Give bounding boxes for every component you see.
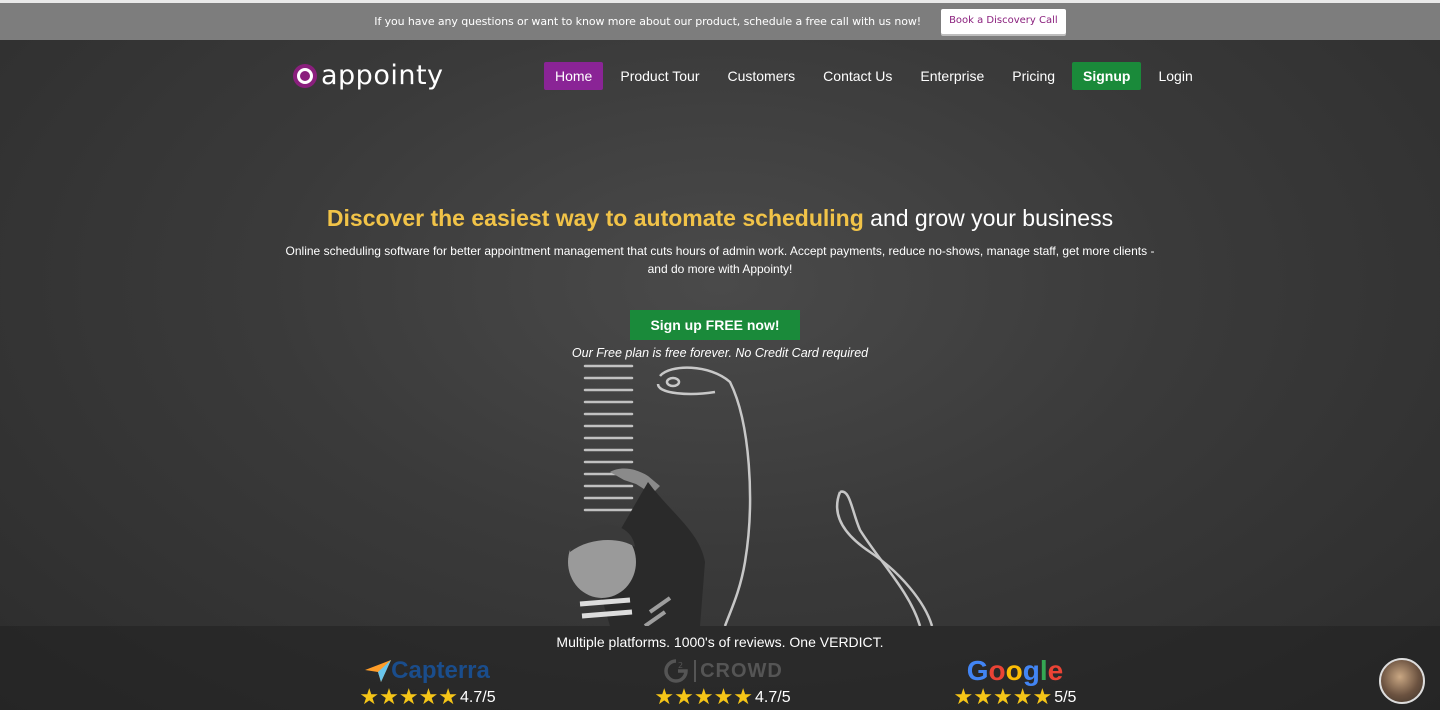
star-icon: ★ xyxy=(438,685,459,710)
book-discovery-call-button[interactable]: Book a Discovery Call xyxy=(941,9,1066,34)
hero-title-rest: and grow your business xyxy=(863,205,1114,231)
google-score: 5/5 xyxy=(1054,689,1077,706)
star-icon: ★ xyxy=(733,685,754,710)
hero-title-highlight: Discover the easiest way to automate sch… xyxy=(326,205,864,231)
capterra-name: Capterra xyxy=(391,657,490,684)
hero-subtitle: Online scheduling software for better ap… xyxy=(285,244,1155,276)
review-google[interactable]: Google ★ ★ ★ ★ ★ 5/5 xyxy=(940,655,1090,710)
star-icon: ★ xyxy=(398,685,419,710)
star-icon: ★ xyxy=(654,685,675,710)
nav-home[interactable]: Home xyxy=(544,62,604,90)
appointy-logo[interactable]: appointy xyxy=(293,60,444,91)
appointy-logo-icon xyxy=(293,63,317,88)
nav-login[interactable]: Login xyxy=(1147,62,1203,90)
announcement-text: If you have any questions or want to kno… xyxy=(374,15,922,28)
google-logo-icon: Google xyxy=(940,655,1090,686)
star-icon: ★ xyxy=(993,685,1013,710)
star-icon: ★ xyxy=(418,685,439,710)
reviews-strip: Multiple platforms. 1000's of reviews. O… xyxy=(0,626,1440,710)
reviews-heading: Multiple platforms. 1000's of reviews. O… xyxy=(556,634,884,650)
capterra-rating: ★ ★ ★ ★ ★ 4.7/5 xyxy=(345,685,510,710)
star-icon: ★ xyxy=(953,685,974,710)
star-icon: ★ xyxy=(379,685,399,710)
g2-crowd-logo-icon: 2 xyxy=(664,659,688,683)
announcement-bar: If you have any questions or want to kno… xyxy=(0,0,1440,40)
g2-crowd-score: 4.7/5 xyxy=(755,689,791,706)
capterra-logo-icon xyxy=(365,660,392,682)
star-icon: ★ xyxy=(973,685,993,710)
google-name: Google xyxy=(966,655,1064,686)
google-rating: ★ ★ ★ ★ ★ 5/5 xyxy=(940,685,1090,710)
g2-crowd-rating: ★ ★ ★ ★ ★ 4.7/5 xyxy=(640,685,805,710)
star-icon: ★ xyxy=(693,685,714,710)
free-plan-note: Our Free plan is free forever. No Credit… xyxy=(571,346,869,360)
g2-crowd-name: CROWD xyxy=(700,659,783,682)
review-capterra[interactable]: Capterra ★ ★ ★ ★ ★ 4.7/5 xyxy=(345,657,510,710)
nav-contact-us[interactable]: Contact Us xyxy=(812,62,903,90)
nav-signup-button[interactable]: Signup xyxy=(1072,62,1142,90)
star-icon: ★ xyxy=(674,685,694,710)
nav-product-tour[interactable]: Product Tour xyxy=(609,62,710,90)
nav-enterprise[interactable]: Enterprise xyxy=(909,62,995,90)
star-icon: ★ xyxy=(1012,685,1033,710)
nav-customers[interactable]: Customers xyxy=(716,62,806,90)
signup-free-button[interactable]: Sign up FREE now! xyxy=(630,310,800,340)
main-nav: Home Product Tour Customers Contact Us E… xyxy=(544,62,1210,90)
capterra-score: 4.7/5 xyxy=(460,689,496,706)
logo-text: appointy xyxy=(321,60,444,91)
review-g2-crowd[interactable]: 2 CROWD ★ ★ ★ ★ ★ 4.7/5 xyxy=(640,658,805,710)
chalk-height-illustration xyxy=(568,364,934,626)
chat-avatar-icon[interactable] xyxy=(1379,658,1425,704)
g2-divider xyxy=(694,660,697,682)
hero-title: Discover the easiest way to automate sch… xyxy=(0,205,1440,232)
svg-text:2: 2 xyxy=(678,661,683,670)
star-icon: ★ xyxy=(359,685,380,710)
star-icon: ★ xyxy=(713,685,734,710)
star-icon: ★ xyxy=(1032,685,1053,710)
nav-pricing[interactable]: Pricing xyxy=(1001,62,1066,90)
